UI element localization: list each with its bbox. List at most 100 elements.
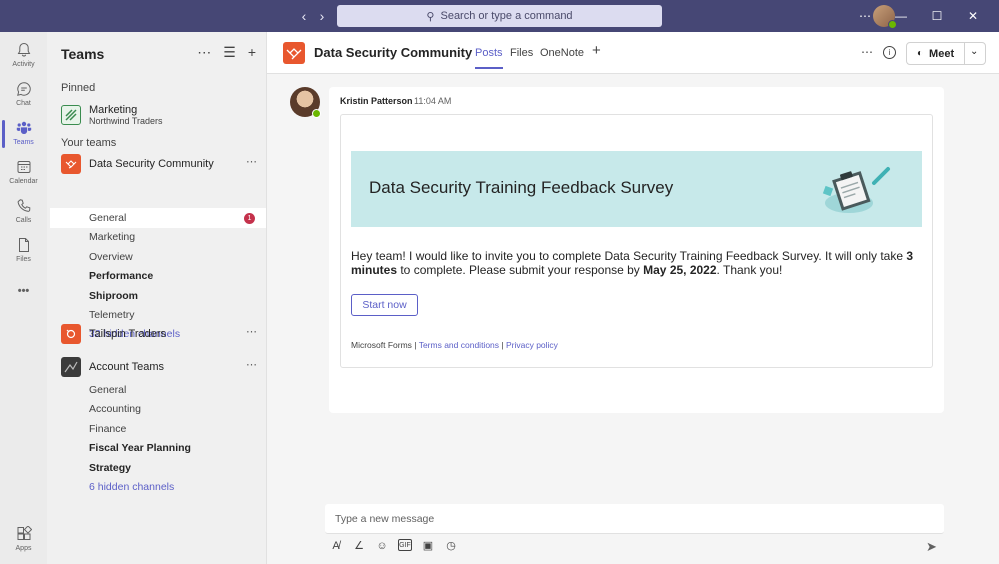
compose-toolbar: A̸ ∠ ☺ GIF ▣ ◷ [329, 539, 458, 553]
rail-activity[interactable]: Activity [0, 42, 47, 68]
tab-files[interactable]: Files [510, 47, 533, 59]
bell-icon [17, 42, 30, 57]
maximize-icon[interactable]: ☐ [919, 8, 955, 24]
more-options-icon[interactable]: ⋯ [246, 358, 257, 371]
rail-files[interactable]: Files [0, 237, 47, 263]
card-body: Hey team! I would like to invite you to … [351, 249, 926, 277]
rail-label: Calls [15, 217, 32, 224]
channel-strategy[interactable]: Strategy [89, 462, 131, 474]
card-banner: Data Security Training Feedback Survey [351, 151, 922, 227]
rail-label: Apps [15, 545, 32, 552]
team-account-teams[interactable]: Account Teams ⋯ [61, 356, 261, 378]
panel-title: Teams [61, 46, 105, 62]
rail-apps[interactable]: Apps [0, 526, 47, 552]
unread-badge: 1 [244, 213, 255, 224]
adaptive-card: Data Security Training Feedback Survey H… [340, 114, 933, 368]
video-camera-icon: ◐ [917, 48, 924, 59]
send-icon[interactable]: ➤ [926, 539, 937, 555]
your-teams-label: Your teams [61, 137, 117, 149]
pinned-channel-marketing[interactable]: Marketing Northwind Traders [61, 100, 261, 130]
meet-button[interactable]: ◐ Meet ⌄ [906, 42, 986, 65]
channel-finance[interactable]: Finance [89, 423, 126, 435]
team-tailspin-traders-row[interactable]: Tailspin Traders ⋯ [61, 323, 261, 345]
chat-icon [16, 82, 31, 96]
channel-marketing[interactable]: Marketing [89, 231, 135, 243]
footer-separator: | [499, 340, 506, 350]
more-apps-icon[interactable]: ••• [0, 285, 47, 297]
channel-telemetry[interactable]: Telemetry [89, 309, 135, 321]
pinned-name: Marketing [89, 104, 138, 116]
add-icon[interactable]: + [248, 44, 256, 61]
author-avatar[interactable] [290, 87, 321, 118]
more-options-icon[interactable]: ⋯ [861, 45, 873, 59]
schedule-meeting-icon[interactable]: ◷ [444, 539, 458, 553]
channel-main: Data Security Community Posts Files OneN… [267, 32, 999, 564]
teams-icon [16, 121, 31, 134]
back-icon[interactable]: ‹ [298, 8, 310, 24]
privacy-link[interactable]: Privacy policy [506, 340, 558, 350]
rail-label: Teams [13, 139, 34, 146]
rail-chat[interactable]: Chat [0, 81, 47, 107]
compose-box[interactable] [325, 504, 944, 534]
more-options-icon[interactable]: ⋯ [847, 8, 883, 24]
presence-available-icon [312, 109, 321, 118]
app-rail: Activity Chat Teams Calendar Calls Files… [0, 32, 47, 564]
channel-shiproom[interactable]: Shiproom [89, 290, 138, 302]
teams-panel: Teams ⋯ ☰ + Pinned Marketing Northwind T… [47, 32, 267, 564]
channel-overview[interactable]: Overview [89, 251, 133, 263]
terms-link[interactable]: Terms and conditions [419, 340, 499, 350]
message-input[interactable] [325, 504, 944, 533]
window-controls: ⋯ — ☐ ✕ [847, 8, 991, 24]
channel-fiscal-year-planning[interactable]: Fiscal Year Planning [89, 442, 191, 454]
minimize-icon[interactable]: — [883, 8, 919, 24]
selected-channel-highlight [50, 208, 266, 228]
team-data-security-community[interactable]: Data Security Community ⋯ [61, 153, 261, 175]
gif-icon[interactable]: GIF [398, 539, 412, 551]
team-name: Tailspin Traders [89, 328, 167, 340]
close-icon[interactable]: ✕ [955, 8, 991, 24]
search-placeholder: Search or type a command [440, 10, 573, 22]
footer-source: Microsoft Forms | [351, 340, 419, 350]
team-logo-icon [283, 42, 305, 64]
tab-onenote[interactable]: OneNote [540, 47, 584, 59]
meet-label: Meet [929, 47, 955, 60]
pinned-label: Pinned [61, 82, 96, 94]
northwind-logo-icon [61, 105, 81, 125]
channel-performance[interactable]: Performance [89, 270, 153, 282]
calendar-icon [17, 161, 30, 173]
rail-teams[interactable]: Teams [0, 120, 47, 148]
body-deadline: May 25, 2022 [643, 263, 717, 277]
rail-calls[interactable]: Calls [0, 198, 47, 224]
channel-accounting[interactable]: Accounting [89, 403, 141, 415]
team-logo-icon [61, 324, 81, 344]
filter-icon[interactable]: ☰ [223, 44, 236, 61]
attach-icon[interactable]: ∠ [352, 539, 366, 553]
add-tab-icon[interactable]: + [592, 42, 601, 59]
start-now-button[interactable]: Start now [351, 294, 418, 316]
info-icon[interactable]: i [883, 46, 896, 59]
rail-label: Chat [16, 100, 31, 107]
chevron-down-icon[interactable]: ⌄ [970, 46, 978, 57]
channel-header: Data Security Community Posts Files OneN… [267, 32, 999, 74]
body-text: to complete. Please submit your response… [397, 263, 644, 277]
channel-general[interactable]: General [89, 384, 126, 396]
rail-calendar[interactable]: Calendar [0, 159, 47, 185]
emoji-icon[interactable]: ☺ [375, 539, 389, 553]
rail-label: Activity [12, 61, 35, 68]
forward-icon[interactable]: › [316, 8, 328, 24]
author-name[interactable]: Kristin Patterson [340, 96, 413, 106]
more-options-icon[interactable]: ⋯ [197, 44, 211, 61]
more-options-icon[interactable]: ⋯ [246, 155, 257, 168]
hidden-channels-link[interactable]: 6 hidden channels [89, 481, 174, 493]
channel-general[interactable]: General [89, 212, 126, 224]
search-box[interactable]: ⚲ Search or type a command [337, 5, 662, 27]
sticker-icon[interactable]: ▣ [421, 539, 435, 553]
message-post: Kristin Patterson 11:04 AM Data Security… [329, 87, 944, 413]
team-name: Account Teams [89, 361, 165, 373]
body-text: . Thank you! [716, 263, 783, 277]
more-options-icon[interactable]: ⋯ [246, 325, 257, 338]
body-text: Hey team! I would like to invite you to … [351, 249, 907, 263]
format-icon[interactable]: A̸ [329, 539, 343, 553]
title-bar: ‹ › ⚲ Search or type a command ⋯ — ☐ ✕ [0, 0, 999, 32]
tab-posts[interactable]: Posts [475, 47, 503, 69]
